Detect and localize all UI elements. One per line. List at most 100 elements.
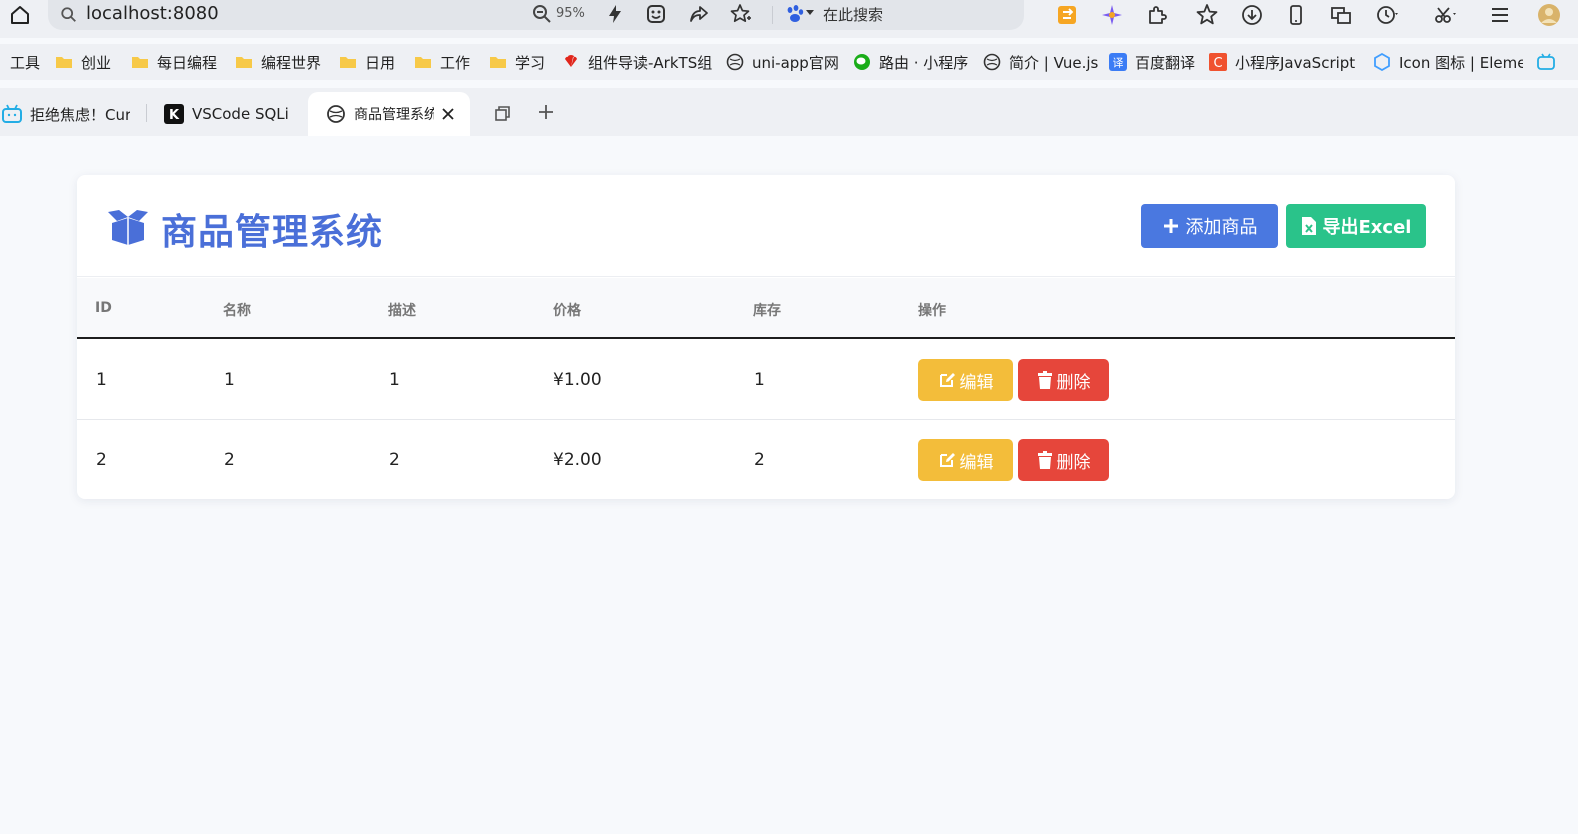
share-icon[interactable]: [688, 3, 710, 25]
lightning-icon[interactable]: [604, 3, 626, 25]
menu-icon[interactable]: [1487, 2, 1513, 28]
bookmark-folder[interactable]: 日用: [339, 52, 395, 72]
tab-bilibili[interactable]: 拒绝焦虑！Cur: [2, 92, 130, 136]
column-header-actions: 操作: [918, 303, 946, 319]
tab-strip: 拒绝焦虑！Cur K VSCode SQLi 商品管理系统: [0, 88, 1578, 136]
bilibili-icon: [1537, 53, 1555, 70]
bookmark-star-icon[interactable]: [730, 3, 752, 25]
bookmark-folder[interactable]: 每日编程: [131, 52, 217, 72]
bookmarks-bar: 工具 创业 每日编程 编程世界 日用 工作 学习 组件导读-ArkTS组 uni…: [0, 44, 1578, 80]
bookmark-label: 简介 | Vue.js: [1009, 53, 1099, 72]
cell-name: 2: [224, 450, 235, 470]
delete-button[interactable]: 删除: [1018, 439, 1109, 481]
sparkle-icon[interactable]: [1099, 2, 1125, 28]
bookmark-folder[interactable]: 编程世界: [235, 52, 321, 72]
tab-label: VSCode SQLi: [192, 105, 289, 123]
bookmark-label: 百度翻译: [1135, 53, 1196, 72]
home-icon[interactable]: [8, 3, 32, 27]
page-title: 商品管理系统: [161, 212, 384, 253]
plus-icon: [1163, 219, 1178, 233]
close-icon[interactable]: [440, 106, 456, 122]
reader-icon[interactable]: [645, 3, 667, 25]
column-header-price: 价格: [553, 303, 581, 319]
mobile-icon[interactable]: [1283, 2, 1309, 28]
cell-price: ¥2.00: [553, 450, 602, 470]
bookmark-label: 组件导读-ArkTS组: [588, 53, 712, 72]
zoom-icon[interactable]: [532, 4, 552, 24]
chevron-down-icon[interactable]: [806, 10, 814, 15]
element-icon: [1374, 53, 1390, 71]
bookmark-item[interactable]: 工具: [10, 52, 40, 72]
add-product-button[interactable]: 添加商品: [1141, 204, 1278, 248]
bookmark-folder[interactable]: 学习: [489, 52, 545, 72]
url-text[interactable]: localhost:8080: [86, 3, 219, 24]
baidu-paw-icon[interactable]: [784, 3, 806, 25]
tab-vscode-sqlite[interactable]: K VSCode SQLi: [164, 92, 292, 136]
card-header: 商品管理系统 添加商品 导出Excel: [77, 175, 1455, 277]
tab-label: 商品管理系统: [354, 107, 434, 123]
delete-button[interactable]: 删除: [1018, 359, 1109, 401]
screenshot-icon[interactable]: [1328, 2, 1354, 28]
extensions-puzzle-icon[interactable]: [1144, 2, 1170, 28]
favorites-star-icon[interactable]: [1194, 2, 1220, 28]
bookmark-folder[interactable]: 工作: [414, 52, 470, 72]
folder-icon: [490, 57, 506, 68]
cell-description: 1: [389, 370, 400, 390]
tab-groups-icon[interactable]: [494, 104, 512, 122]
svg-text:K: K: [169, 108, 180, 123]
bookmark-label: 编程世界: [261, 53, 322, 72]
tab-label: 拒绝焦虑！Cur: [30, 105, 130, 124]
edit-button[interactable]: 编辑: [918, 439, 1013, 481]
svg-text:C: C: [1213, 56, 1222, 71]
cell-name: 1: [224, 370, 235, 390]
bookmark-label: 路由 · 小程序: [879, 53, 969, 72]
bookmark-label: 工具: [10, 53, 41, 72]
cell-stock: 1: [754, 370, 765, 390]
bookmark-item[interactable]: 路由 · 小程序: [853, 52, 968, 72]
history-icon[interactable]: [1374, 2, 1400, 28]
tab-product-management[interactable]: 商品管理系统: [308, 92, 470, 136]
product-card: 商品管理系统 添加商品 导出Excel ID 名称 描述 价格 库存 操作 1 …: [77, 175, 1455, 499]
bookmark-item[interactable]: 译 百度翻译: [1109, 52, 1195, 72]
zoom-level: 95%: [556, 6, 585, 21]
cell-id: 2: [96, 450, 107, 470]
bookmark-item[interactable]: [1537, 52, 1563, 72]
edit-label: 编辑: [959, 452, 994, 473]
scissors-icon[interactable]: [1432, 2, 1458, 28]
bookmark-item[interactable]: C 小程序JavaScript: [1209, 52, 1361, 72]
extension-orange-icon[interactable]: [1054, 2, 1080, 28]
c-icon: C: [1209, 53, 1227, 71]
bookmark-label: 工作: [440, 53, 471, 72]
bookmark-label: Icon 图标 | Eleme: [1399, 53, 1523, 72]
folder-icon: [236, 57, 252, 68]
trash-icon: [1037, 451, 1052, 469]
bookmark-folder[interactable]: 创业: [55, 52, 111, 72]
search-icon: [61, 7, 76, 22]
avatar[interactable]: [1536, 2, 1562, 28]
bookmark-item[interactable]: uni-app官网: [726, 52, 839, 72]
table-row: 2 2 2 ¥2.00 2 编辑 删除: [77, 420, 1455, 499]
column-header-stock: 库存: [753, 303, 781, 319]
address-bar[interactable]: localhost:8080 95% 在此搜索: [48, 0, 1024, 30]
browser-toolbar: localhost:8080 95% 在此搜索: [0, 0, 1578, 38]
folder-icon: [132, 57, 148, 68]
download-icon[interactable]: [1239, 2, 1265, 28]
edit-icon: [939, 373, 955, 387]
cell-stock: 2: [754, 450, 765, 470]
new-tab-icon[interactable]: [537, 103, 555, 121]
globe-icon: [983, 53, 1001, 71]
export-excel-button[interactable]: 导出Excel: [1286, 204, 1426, 248]
translate-icon: 译: [1109, 53, 1127, 71]
table-header: ID 名称 描述 价格 库存 操作: [77, 278, 1455, 339]
globe-icon: [327, 105, 345, 123]
wechat-icon: [854, 54, 870, 70]
bookmark-item[interactable]: 组件导读-ArkTS组: [562, 52, 712, 72]
bookmark-item[interactable]: Icon 图标 | Eleme: [1373, 52, 1523, 72]
search-input[interactable]: 在此搜索: [823, 4, 883, 25]
bookmark-item[interactable]: 简介 | Vue.js: [983, 52, 1098, 72]
bookmark-label: 每日编程: [157, 53, 218, 72]
bilibili-icon: [2, 104, 22, 123]
edit-button[interactable]: 编辑: [918, 359, 1013, 401]
edit-icon: [939, 453, 955, 467]
add-product-label: 添加商品: [1185, 217, 1258, 238]
